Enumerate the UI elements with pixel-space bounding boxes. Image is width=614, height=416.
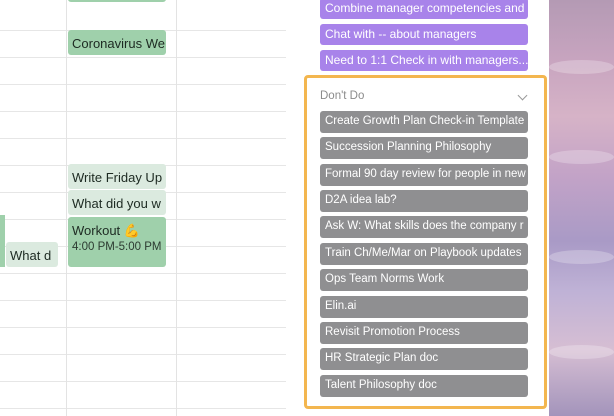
hour-line	[0, 327, 286, 328]
wallpaper-wave	[549, 345, 614, 359]
card-title: Ops Team Norms Work	[325, 273, 445, 285]
card-title: Ask W: What skills does the company r	[325, 220, 524, 232]
calendar-event[interactable]: Write Friday Up	[68, 164, 166, 189]
calendar-event-edge[interactable]	[0, 215, 5, 267]
dont-do-card[interactable]: Create Growth Plan Check-in Template	[320, 111, 528, 133]
hour-line	[0, 57, 286, 58]
card-title: HR Strategic Plan doc	[325, 352, 439, 364]
dont-do-card[interactable]: Talent Philosophy doc	[320, 375, 528, 397]
dont-do-card[interactable]: D2A idea lab?	[320, 190, 528, 212]
board-card[interactable]: Combine manager competencies and i	[320, 0, 528, 19]
calendar-week-view: Coronavirus We Write Friday Up What did …	[0, 0, 286, 416]
calendar-event[interactable]	[68, 0, 166, 2]
card-title: Elin.ai	[325, 300, 357, 312]
calendar-event[interactable]: What did you w	[68, 190, 166, 215]
dont-do-card[interactable]: Succession Planning Philosophy	[320, 137, 528, 159]
card-title: Chat with -- about managers	[325, 27, 477, 41]
wallpaper-wave	[549, 250, 614, 264]
event-title: What did you w	[72, 196, 161, 211]
desktop-wallpaper	[549, 0, 614, 416]
event-title: Write Friday Up	[72, 170, 163, 185]
board-card[interactable]: Need to 1:1 Check in with managers...	[320, 50, 528, 71]
dont-do-card[interactable]: Elin.ai	[320, 296, 528, 318]
card-title: Succession Planning Philosophy	[325, 141, 492, 153]
calendar-event[interactable]: What d	[6, 242, 58, 267]
event-title: What d	[10, 248, 52, 263]
card-title: Train Ch/Me/Mar on Playbook updates	[325, 247, 522, 259]
hour-line	[0, 84, 286, 85]
dont-do-card[interactable]: Formal 90 day review for people in new	[320, 164, 528, 186]
calendar-event[interactable]: Coronavirus We	[68, 30, 166, 55]
dont-do-card[interactable]: Train Ch/Me/Mar on Playbook updates	[320, 243, 528, 265]
list-title: Don't Do	[320, 90, 365, 102]
hour-line	[0, 381, 286, 382]
hour-line	[0, 273, 286, 274]
board-card[interactable]: Chat with -- about managers	[320, 24, 528, 45]
chevron-down-icon[interactable]	[517, 90, 528, 101]
hour-line	[0, 138, 286, 139]
event-title: Coronavirus We	[72, 36, 165, 51]
event-time: 4:00 PM-5:00 PM	[72, 241, 162, 253]
day-column-divider	[176, 0, 177, 416]
event-title: Workout 💪	[72, 223, 140, 238]
hour-line	[0, 354, 286, 355]
calendar-event-workout[interactable]: Workout 💪 4:00 PM-5:00 PM	[68, 217, 166, 267]
day-column-divider	[66, 0, 67, 416]
dont-do-card[interactable]: HR Strategic Plan doc	[320, 348, 528, 370]
wallpaper-wave	[549, 150, 614, 164]
card-title: Revisit Promotion Process	[325, 326, 460, 338]
card-title: Formal 90 day review for people in new	[325, 168, 526, 180]
card-title: Combine manager competencies and i	[325, 1, 528, 15]
dont-do-card[interactable]: Ops Team Norms Work	[320, 269, 528, 291]
card-title: Create Growth Plan Check-in Template	[325, 115, 525, 127]
hour-line	[0, 408, 286, 409]
dont-do-card[interactable]: Revisit Promotion Process	[320, 322, 528, 344]
dont-do-card[interactable]: Ask W: What skills does the company r	[320, 216, 528, 238]
hour-line	[0, 111, 286, 112]
card-title: D2A idea lab?	[325, 194, 397, 206]
hour-line	[0, 300, 286, 301]
wallpaper-wave	[549, 60, 614, 74]
card-title: Talent Philosophy doc	[325, 379, 437, 391]
card-title: Need to 1:1 Check in with managers...	[325, 53, 528, 67]
